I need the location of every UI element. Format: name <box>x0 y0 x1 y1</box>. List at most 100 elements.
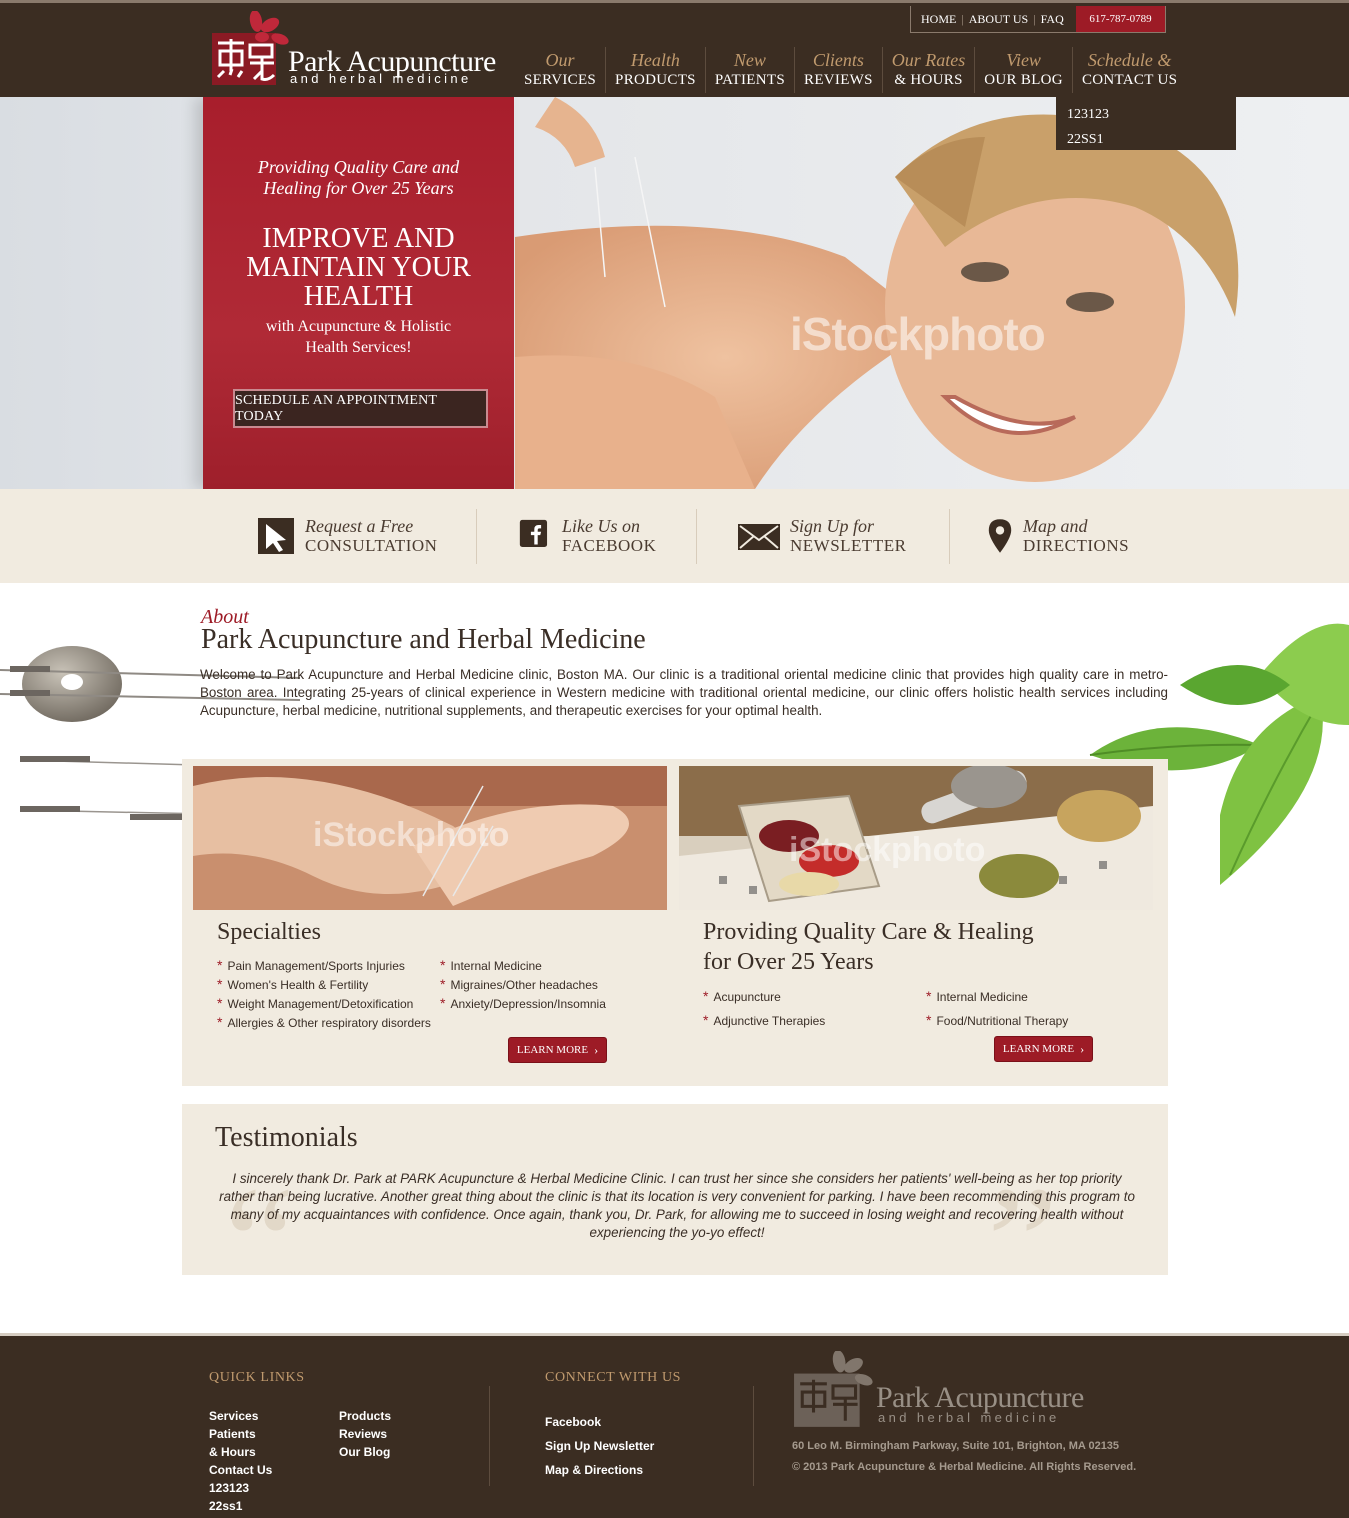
nav-patients[interactable]: New PATIENTS <box>704 47 794 93</box>
specialties-title: Specialties <box>217 919 321 945</box>
nav-label-top: Schedule & <box>1087 50 1172 70</box>
list-item-text: Adjunctive Therapies <box>713 1014 826 1028</box>
hero-banner: iStockphoto Providing Quality Care and H… <box>0 97 1349 489</box>
main-nav: Our SERVICES Health PRODUCTS New PATIENT… <box>515 47 1186 93</box>
quality-care-title: Providing Quality Care & Healing for Ove… <box>703 917 1034 977</box>
list-item: * Pain Management/Sports Injuries <box>217 957 405 973</box>
nav-label-top: New <box>733 50 766 70</box>
specialties-list-2: * Internal Medicine * Migraines/Other head… <box>440 956 606 1013</box>
footer-link[interactable]: 123123 <box>209 1479 272 1497</box>
footer-link[interactable]: Sign Up Newsletter <box>545 1434 654 1458</box>
list-item: * Food/Nutritional Therapy <box>926 1012 1069 1028</box>
quality-title-line: Providing Quality Care & Healing <box>703 919 1034 945</box>
dropdown-item[interactable]: 22SS1 <box>1056 127 1236 152</box>
logo-mark-icon <box>794 1351 873 1427</box>
schedule-appointment-button[interactable]: SCHEDULE AN APPOINTMENT TODAY <box>233 389 488 428</box>
chevron-right-icon: › <box>1080 1041 1085 1056</box>
list-item: * Anxiety/Depression/Insomnia <box>440 995 606 1011</box>
footer-link[interactable]: Patients <box>209 1425 272 1443</box>
action-label-bottom: DIRECTIONS <box>1023 536 1130 555</box>
action-label-bottom: FACEBOOK <box>562 536 657 555</box>
about-description: Welcome to Park Acupuncture and Herbal M… <box>200 667 1168 718</box>
specialties-learn-more-button[interactable]: LEARN MORE › <box>508 1037 607 1063</box>
footer-link[interactable]: Contact Us <box>209 1461 272 1479</box>
utility-bar: HOME | ABOUT US | FAQ 617-787-0789 <box>910 6 1166 33</box>
consultation-action[interactable]: Request a Free CONSULTATION <box>256 511 437 561</box>
newsletter-action[interactable]: Sign Up for NEWSLETTER <box>737 511 906 561</box>
svg-text:iStockphoto: iStockphoto <box>313 816 509 854</box>
specialties-list-1: * Pain Management/Sports Injuries * Women'… <box>217 956 431 1032</box>
footer-link[interactable]: Services <box>209 1407 272 1425</box>
nav-label-bottom: REVIEWS <box>804 72 873 88</box>
home-link[interactable]: HOME <box>921 12 956 27</box>
nav-label-bottom: SERVICES <box>524 72 597 88</box>
list-item: * Allergies & Other respiratory disorders <box>217 1014 431 1030</box>
quality-list-1: * Acupuncture * Adjunctive Therapies <box>703 985 825 1033</box>
connect-heading: CONNECT WITH US <box>545 1370 682 1385</box>
testimonial-quote: I sincerely thank Dr. Park at PARK Acupu… <box>219 1171 1135 1240</box>
about-us-link[interactable]: ABOUT US <box>969 12 1028 27</box>
list-item-text: Internal Medicine <box>450 959 542 973</box>
list-item: * Migraines/Other headaches <box>440 976 598 992</box>
nav-rates-hours[interactable]: Our Rates & HOURS <box>881 47 975 93</box>
hero-sub-line: with Acupuncture & Holistic <box>265 318 452 335</box>
nav-blog[interactable]: View OUR BLOG <box>974 47 1072 93</box>
logo-mark-icon <box>212 11 289 85</box>
hero-message-panel: Providing Quality Care and Healing for O… <box>203 97 514 489</box>
button-label: LEARN MORE <box>516 1044 589 1056</box>
action-label-top: Request a Free <box>305 516 414 536</box>
list-item: * Women's Health & Fertility <box>217 976 369 992</box>
site-logo[interactable]: Park Acupuncture and herbal medicine <box>210 11 510 91</box>
separator: | <box>961 11 964 26</box>
action-label-bottom: CONSULTATION <box>305 536 438 555</box>
footer-link[interactable]: Our Blog <box>339 1443 391 1461</box>
chevron-right-icon: › <box>594 1042 599 1057</box>
footer-logo[interactable]: Park Acupuncture and herbal medicine <box>792 1351 1112 1431</box>
nav-products[interactable]: Health PRODUCTS <box>605 47 705 93</box>
action-label-top: Map and <box>1023 516 1088 536</box>
hero-acupuncture-photo <box>515 97 1349 489</box>
footer-link[interactable]: Products <box>339 1407 391 1425</box>
cursor-arrow-icon <box>258 518 294 554</box>
hero-tagline: Providing Quality Care and Healing for O… <box>203 157 514 199</box>
phone-number[interactable]: 617-787-0789 <box>1076 6 1165 32</box>
about-title: Park Acupuncture and Herbal Medicine <box>201 624 646 655</box>
list-item: * Internal Medicine <box>440 957 542 973</box>
list-item-text: Migraines/Other headaches <box>450 978 598 992</box>
footer-link[interactable]: Map & Directions <box>545 1458 654 1482</box>
quality-title-line: for Over 25 Years <box>703 949 874 975</box>
quick-links-col-2: Products Reviews Our Blog <box>339 1407 391 1461</box>
connect-links: Facebook Sign Up Newsletter Map & Direct… <box>545 1410 654 1482</box>
list-item-text: Food/Nutritional Therapy <box>936 1014 1069 1028</box>
directions-action[interactable]: Map and DIRECTIONS <box>986 511 1129 561</box>
list-item: * Adjunctive Therapies <box>703 1012 826 1028</box>
nav-label-bottom: OUR BLOG <box>984 72 1063 88</box>
footer-address: 60 Leo M. Birmingham Parkway, Suite 101,… <box>792 1440 1120 1452</box>
facebook-action[interactable]: Like Us on FACEBOOK <box>519 511 656 561</box>
dropdown-item[interactable]: 123123 <box>1056 102 1236 127</box>
action-label-bottom: NEWSLETTER <box>790 536 907 555</box>
contact-dropdown-menu: 123123 22SS1 <box>1056 97 1236 150</box>
action-label-top: Like Us on <box>562 516 640 536</box>
hero-tagline-line: Healing for Over 25 Years <box>263 178 454 198</box>
nav-label-top: View <box>1006 50 1041 70</box>
nav-contact[interactable]: Schedule & CONTACT US <box>1071 47 1186 93</box>
herbal-medicine-photo: iStockphoto <box>679 766 1153 910</box>
nav-reviews[interactable]: Clients REVIEWS <box>794 47 882 93</box>
list-item: * Acupuncture <box>703 988 781 1004</box>
features-section: iStockphoto Specialties * Pain Management… <box>182 759 1168 1086</box>
list-item-text: Acupuncture <box>713 990 781 1004</box>
footer-link[interactable]: Facebook <box>545 1410 654 1434</box>
footer-link[interactable]: 22ss1 <box>209 1497 272 1515</box>
quality-learn-more-button[interactable]: LEARN MORE › <box>994 1036 1093 1062</box>
site-footer: QUICK LINKS Services Patients & Hours Co… <box>0 1333 1349 1518</box>
facebook-icon <box>519 519 548 548</box>
footer-link[interactable]: Reviews <box>339 1425 391 1443</box>
nav-services[interactable]: Our SERVICES <box>515 47 605 93</box>
list-item-text: Weight Management/Detoxification <box>227 997 414 1011</box>
nav-label-bottom: PRODUCTS <box>615 72 696 88</box>
stock-watermark: iStockphoto <box>790 308 1046 360</box>
footer-link[interactable]: & Hours <box>209 1443 272 1461</box>
faq-link[interactable]: FAQ <box>1041 12 1064 27</box>
nav-label-bottom: & HOURS <box>894 72 963 88</box>
